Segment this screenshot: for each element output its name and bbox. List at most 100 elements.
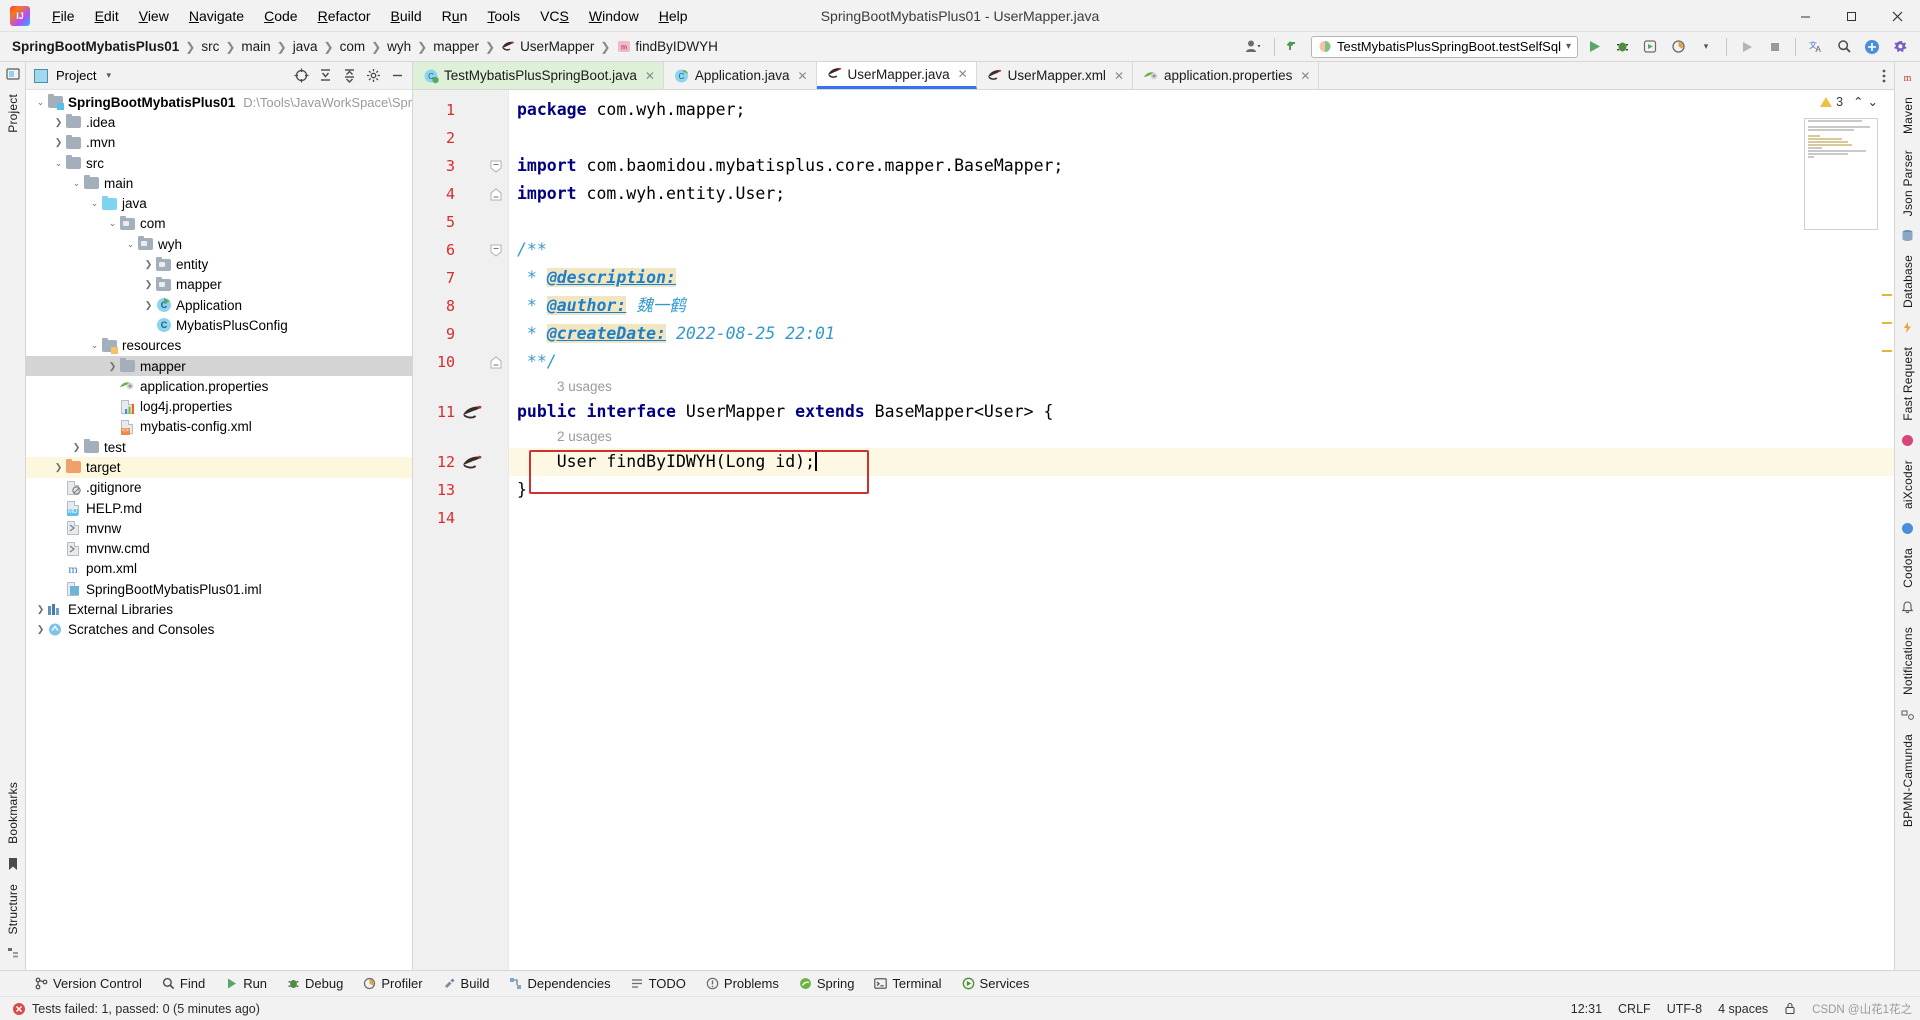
code-line[interactable]: import com.baomidou.mybatisplus.core.map… [509,152,1894,180]
fold-region-start-icon[interactable] [490,160,502,173]
breadcrumb-src[interactable]: src [201,39,219,54]
search-icon[interactable] [1832,36,1856,58]
tool-window-button-debug[interactable]: Debug [278,974,352,993]
select-opened-file-icon[interactable] [290,65,312,87]
line-separator[interactable]: CRLF [1618,1002,1651,1016]
stripe-marker[interactable] [1882,322,1892,324]
tree-node-entity[interactable]: ❯ entity [26,254,412,274]
tree-node-wyh[interactable]: ⌄ wyh [26,234,412,254]
tool-window-button-build[interactable]: Build [434,974,499,993]
gutter-line[interactable]: 7 [413,264,508,292]
tree-node-pom-xml[interactable]: m pom.xml [26,559,412,579]
mybatis-gutter-icon[interactable] [455,454,491,470]
breadcrumb-project[interactable]: SpringBootMybatisPlus01 [12,39,179,54]
gutter-line[interactable]: 14 [413,504,508,532]
tree-node-mvnw-cmd[interactable]: mvnw.cmd [26,539,412,559]
tree-node-application[interactable]: ❯ C Application [26,295,412,315]
run-configuration-selector[interactable]: TestMybatisPlusSpringBoot.testSelfSql ▾ [1310,35,1578,58]
translate-icon[interactable]: 文A [1804,36,1828,58]
tree-node-gitignore[interactable]: .gitignore [26,478,412,498]
gutter-line[interactable]: 1 [413,96,508,124]
code-line[interactable]: /** [509,236,1894,264]
menu-run[interactable]: Run [432,4,478,28]
tool-window-button-problems[interactable]: Problems [697,974,788,993]
tree-node-springbootmybatisplus01-iml[interactable]: SpringBootMybatisPlus01.iml [26,579,412,599]
editor-code[interactable]: package com.wyh.mapper; import com.baomid… [509,90,1894,970]
rail-label-structure[interactable]: Structure [6,876,20,943]
inspections-widget[interactable]: 3 ⌃ ⌄ [1820,94,1878,109]
codota-icon[interactable] [1901,522,1914,535]
tree-node-external-libraries[interactable]: ❯ External Libraries [26,599,412,619]
chevron-right-icon[interactable]: ❯ [34,604,47,615]
code-line[interactable]: * @author: 魏一鹤 [509,292,1894,320]
run-with-coverage-button[interactable] [1638,36,1662,58]
menu-vcs[interactable]: VCS [530,4,579,28]
tab-overflow-menu-icon[interactable] [1874,62,1894,89]
project-scope-chevron-icon[interactable]: ▾ [106,70,111,81]
editor-tab-application-properties[interactable]: application.properties ✕ [1133,62,1320,89]
tool-window-button-dependencies[interactable]: Dependencies [500,974,619,993]
close-tab-icon[interactable]: ✕ [958,67,968,81]
rail-label-json-parser[interactable]: Json Parser [1901,142,1915,224]
rail-label-database[interactable]: Database [1901,247,1915,316]
breadcrumb-main[interactable]: main [241,39,270,54]
tool-window-button-services[interactable]: Services [953,974,1039,993]
code-line[interactable]: } [509,476,1894,504]
menu-build[interactable]: Build [381,4,432,28]
close-tab-icon[interactable]: ✕ [1114,69,1124,83]
menu-navigate[interactable]: Navigate [179,4,254,28]
usages-hint[interactable]: 2 usages [509,426,1894,448]
prev-problem-icon[interactable]: ⌃ [1853,94,1863,109]
gutter-line[interactable]: 13 [413,476,508,504]
update-project-icon[interactable] [1283,36,1307,58]
chevron-right-icon[interactable]: ❯ [142,300,155,311]
run-again-button[interactable] [1735,36,1759,58]
chevron-right-icon[interactable]: ❯ [106,361,119,372]
settings-icon[interactable] [1888,36,1912,58]
gutter-line[interactable]: 10 [413,348,508,376]
chevron-down-icon[interactable]: ⌄ [34,97,47,108]
tree-node-mvn[interactable]: ❯ .mvn [26,133,412,153]
breadcrumb-mapper[interactable]: mapper [433,39,479,54]
gutter-line[interactable]: 3 [413,152,508,180]
tree-node-mvnw[interactable]: mvnw [26,518,412,538]
stop-button[interactable] [1763,36,1787,58]
gutter-line[interactable]: 8 [413,292,508,320]
tool-window-button-find[interactable]: Find [153,974,214,993]
code-line[interactable]: **/ [509,348,1894,376]
chevron-down-icon[interactable]: ⌄ [70,178,83,189]
stripe-marker[interactable] [1882,294,1892,296]
fold-region-start-icon[interactable] [490,244,502,257]
editor-tab-testmybatisplusspringboot-java[interactable]: C TestMybatisPlusSpringBoot.java ✕ [413,62,664,89]
gutter-line[interactable]: 6 [413,236,508,264]
chevron-right-icon[interactable]: ❯ [70,442,83,453]
menu-view[interactable]: View [129,4,179,28]
rail-label-maven[interactable]: Maven [1901,89,1915,142]
gutter-line[interactable]: 11 [413,398,508,426]
editor-minimap[interactable] [1804,118,1878,230]
code-line[interactable]: import com.wyh.entity.User; [509,180,1894,208]
database-icon[interactable] [1901,229,1914,242]
editor-gutter[interactable]: 1 2 3 4 5 6 7 8 9 10 11 12 13 14 [413,90,509,970]
chevron-down-icon[interactable]: ⌄ [124,239,137,250]
breadcrumb-method[interactable]: m findByIDWYH [616,39,718,54]
structure-icon[interactable] [7,947,19,959]
tree-node-main[interactable]: ⌄ main [26,173,412,193]
chevron-right-icon[interactable]: ❯ [34,624,47,635]
gutter-line[interactable]: 9 [413,320,508,348]
rail-label-aixcoder[interactable]: aiXcoder [1901,452,1915,517]
menu-edit[interactable]: Edit [85,4,129,28]
more-run-options-icon[interactable]: ▾ [1694,36,1718,58]
breadcrumb-com[interactable]: com [340,39,366,54]
chevron-down-icon[interactable]: ⌄ [88,198,101,209]
fast-request-icon[interactable] [1901,321,1914,334]
code-line[interactable]: User findByIDWYH(Long id); [509,448,1894,494]
editor-tab-application-java[interactable]: C Application.java ✕ [664,62,817,89]
gutter-line[interactable]: 12 [413,448,508,476]
chevron-right-icon[interactable]: ❯ [142,279,155,290]
tree-node-mybatis-config-xml[interactable]: <> mybatis-config.xml [26,417,412,437]
tree-node-springbootmybatisplus01[interactable]: ⌄ SpringBootMybatisPlus01 D:\Tools\JavaWor… [26,92,412,112]
rail-label-bpmn-camunda[interactable]: BPMN-Camunda [1901,726,1915,835]
menu-window[interactable]: Window [579,4,649,28]
menu-refactor[interactable]: Refactor [308,4,381,28]
